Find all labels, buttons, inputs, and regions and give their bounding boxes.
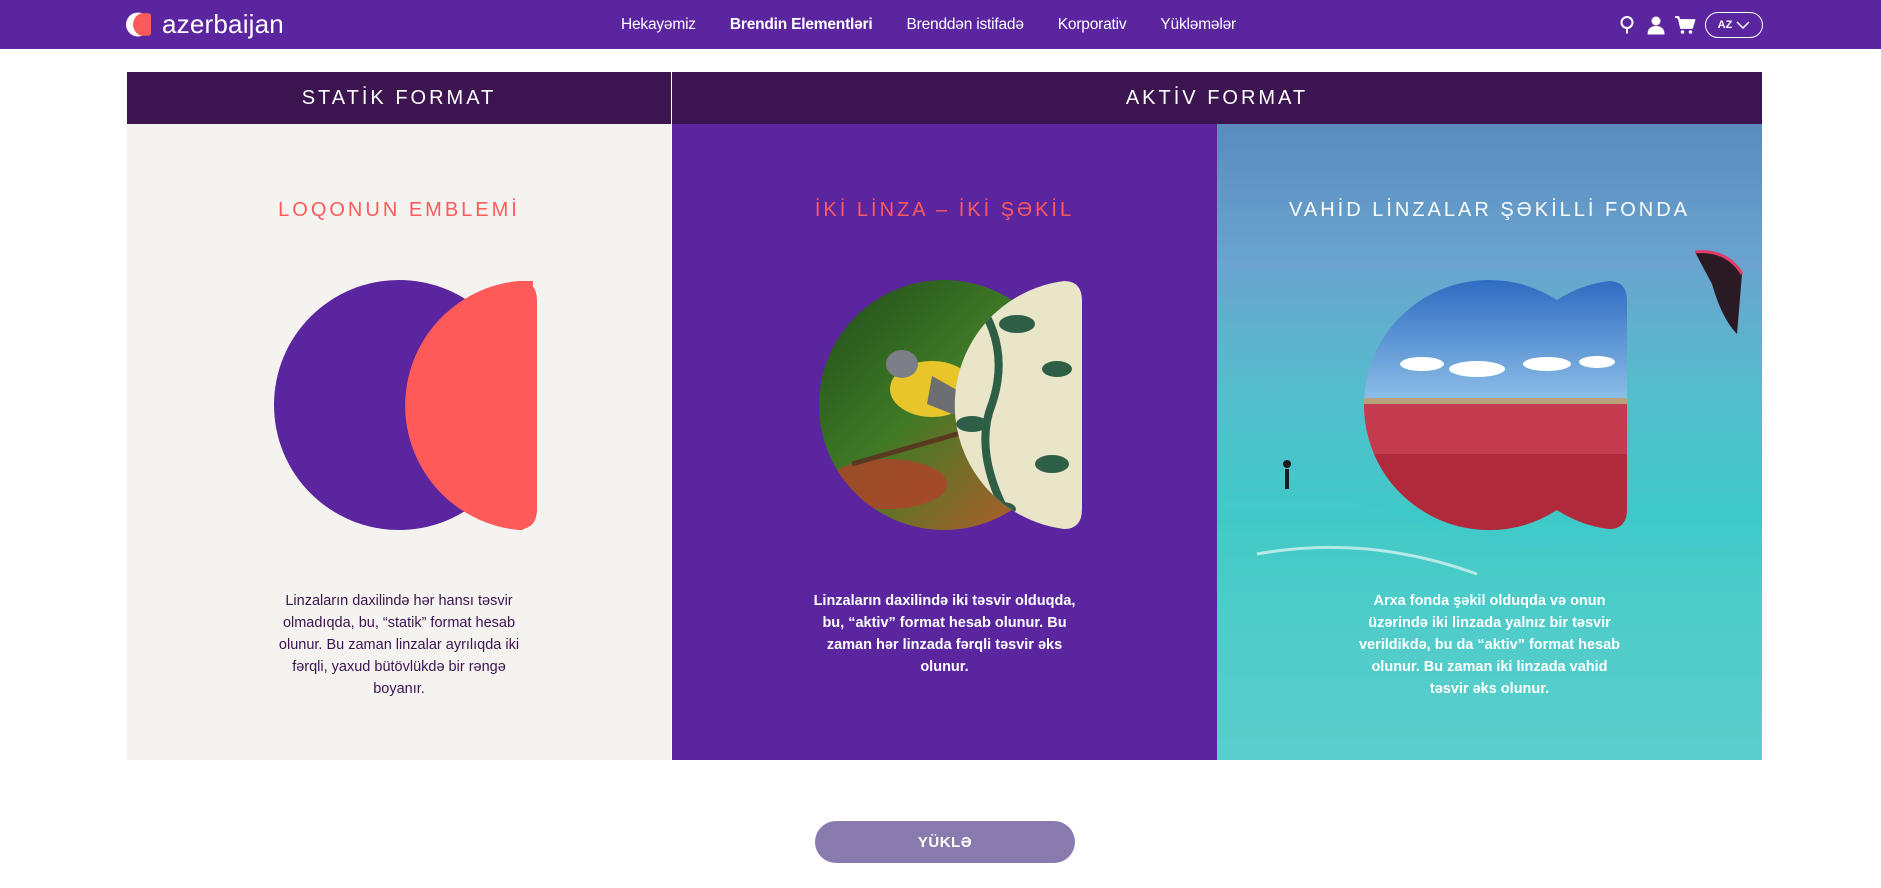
panel-description-text: Linzaların daxilində iki təsvir olduqda,… (813, 593, 1076, 675)
nav-item-yuklemeler[interactable]: Yükləmələr (1160, 16, 1236, 34)
header-static-format: STATİK FORMAT (127, 72, 671, 124)
chevron-down-icon (1736, 21, 1750, 29)
panel-description: Linzaların daxilində iki təsvir olduqda,… (672, 590, 1217, 678)
panel-title: VAHİD LİNZALAR ŞƏKİLLİ FONDA (1289, 199, 1690, 221)
panel-static-emblem: LOQONUN EMBLEMİ Linzaların daxilində hər… (127, 124, 671, 760)
brand-logo[interactable]: azerbaijan (126, 9, 284, 39)
nav-item-brendden-istifade[interactable]: Brenddən istifadə (907, 16, 1024, 34)
user-icon[interactable] (1644, 13, 1668, 37)
panel-description: Linzaların daxilində hər hansı təsvir ol… (127, 590, 671, 700)
panel-description-text: Arxa fonda şəkil olduqda və onun üzərind… (1358, 593, 1621, 697)
panel-unified-lenses: VAHİD LİNZALAR ŞƏKİLLİ FONDA Arxa fonda … (1217, 124, 1762, 760)
panel-description: Arxa fonda şəkil olduqda və onun üzərind… (1217, 590, 1762, 700)
cart-icon[interactable] (1673, 13, 1697, 37)
brand-name: azerbaijan (162, 8, 284, 39)
top-navbar: azerbaijan Hekayəmiz Brendin Elementləri… (0, 0, 1881, 49)
logo-emblem-icon (126, 12, 151, 36)
nav-item-korporativ[interactable]: Korporativ (1058, 16, 1127, 34)
main-menu: Hekayəmiz Brendin Elementləri Brenddən i… (621, 0, 1270, 49)
language-selector[interactable]: AZ (1705, 12, 1763, 38)
nav-icon-group (1615, 12, 1702, 38)
nav-item-hekayemiz[interactable]: Hekayəmiz (621, 16, 696, 34)
language-code: AZ (1717, 19, 1733, 31)
header-active-format: AKTİV FORMAT (672, 72, 1762, 124)
panel-description-text: Linzaların daxilində hər hansı təsvir ol… (278, 593, 520, 697)
download-button[interactable]: YÜKLƏ (815, 821, 1075, 863)
search-icon[interactable] (1615, 13, 1639, 37)
panel-two-lenses: İKİ LİNZA – İKİ ŞƏKİL Linzaların daxilin… (672, 124, 1217, 760)
nav-item-brend-elementleri[interactable]: Brendin Elementləri (730, 16, 873, 34)
